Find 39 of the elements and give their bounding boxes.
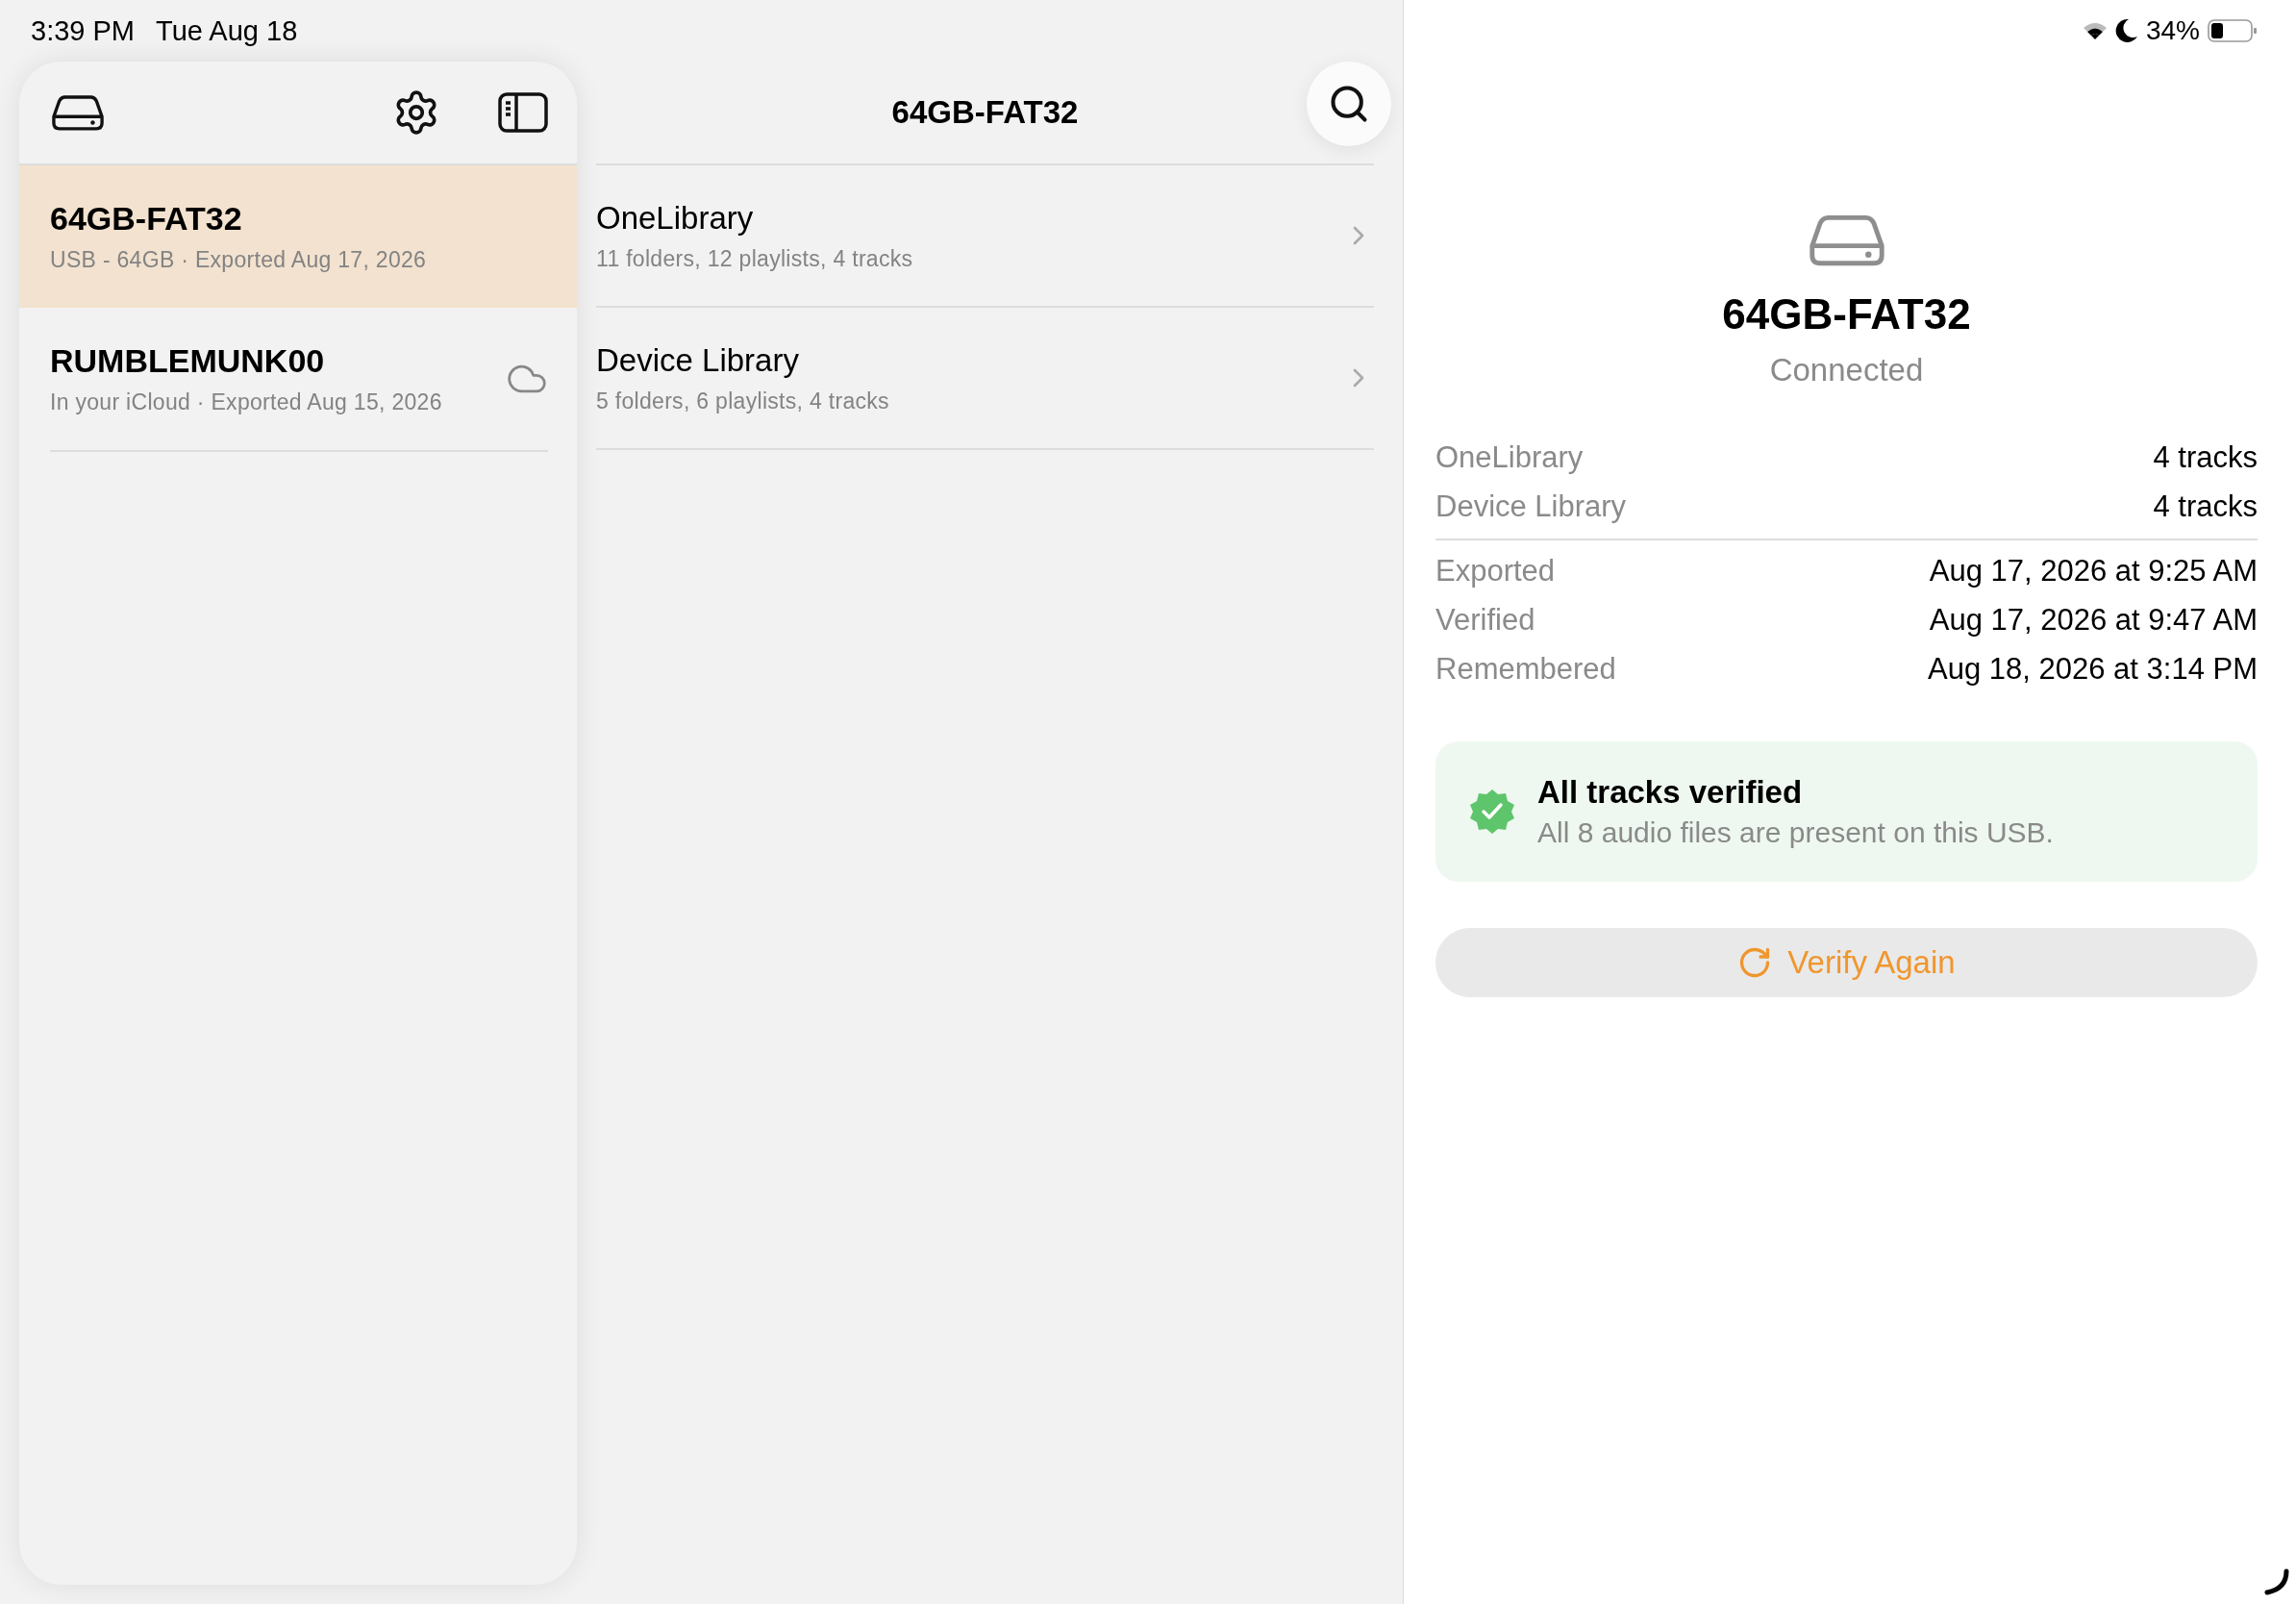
info-label: Verified bbox=[1435, 602, 1535, 638]
banner-message: All 8 audio files are present on this USB. bbox=[1537, 816, 2054, 850]
library-summary: 11 folders, 12 playlists, 4 tracks bbox=[596, 245, 914, 272]
content-title: 64GB-FAT32 bbox=[891, 94, 1079, 131]
info-value: 4 tracks bbox=[2153, 439, 2258, 475]
verified-badge-icon bbox=[1468, 788, 1516, 837]
sidebar-button[interactable] bbox=[498, 92, 548, 133]
connection-status: Connected bbox=[1769, 352, 1924, 389]
info-label: Device Library bbox=[1435, 489, 1627, 524]
drive-list-item[interactable]: RUMBLEMUNK00 In your iCloud · Exported Aug 15, 2026 bbox=[19, 308, 577, 450]
drives-button[interactable] bbox=[52, 93, 104, 132]
drive-list-item[interactable]: 64GB-FAT32 USB - 64GB · Exported Aug 17, 2026 bbox=[19, 165, 577, 308]
corner-arc-icon bbox=[2261, 1567, 2290, 1596]
info-label: Exported bbox=[1435, 553, 1556, 589]
banner-title: All tracks verified bbox=[1537, 774, 1804, 812]
info-label: Remembered bbox=[1435, 651, 1616, 687]
library-name: OneLibrary bbox=[596, 199, 755, 237]
drive-detail: In your iCloud · Exported Aug 15, 2026 bbox=[50, 389, 443, 415]
info-value: Aug 18, 2026 at 3:14 PM bbox=[1928, 651, 2258, 687]
search-icon bbox=[1328, 83, 1370, 125]
library-list-item[interactable]: Device Library 5 folders, 6 playlists, 4 tracks bbox=[596, 308, 1374, 450]
library-name: Device Library bbox=[596, 341, 800, 379]
drive-icon bbox=[1809, 213, 1884, 268]
library-list-item[interactable]: OneLibrary 11 folders, 12 playlists, 4 tracks bbox=[596, 165, 1374, 308]
drive-name: RUMBLEMUNK00 bbox=[50, 342, 326, 380]
wifi-icon bbox=[2082, 21, 2108, 40]
drive-detail: USB - 64GB · Exported Aug 17, 2026 bbox=[50, 247, 428, 273]
status-time: 3:39 PM bbox=[31, 14, 135, 47]
info-value: Aug 17, 2026 at 9:47 AM bbox=[1929, 602, 2258, 638]
info-label: OneLibrary bbox=[1435, 439, 1584, 475]
drive-title: 64GB-FAT32 bbox=[1722, 290, 1971, 339]
info-value: 4 tracks bbox=[2153, 489, 2258, 524]
library-summary: 5 folders, 6 playlists, 4 tracks bbox=[596, 388, 890, 414]
moon-icon bbox=[2114, 18, 2138, 43]
battery-percent: 34% bbox=[2145, 15, 2200, 46]
battery-icon bbox=[2208, 19, 2258, 42]
info-value: Aug 17, 2026 at 9:25 AM bbox=[1929, 553, 2258, 589]
status-date: Tue Aug 18 bbox=[156, 14, 298, 47]
drive-name: 64GB-FAT32 bbox=[50, 200, 243, 238]
